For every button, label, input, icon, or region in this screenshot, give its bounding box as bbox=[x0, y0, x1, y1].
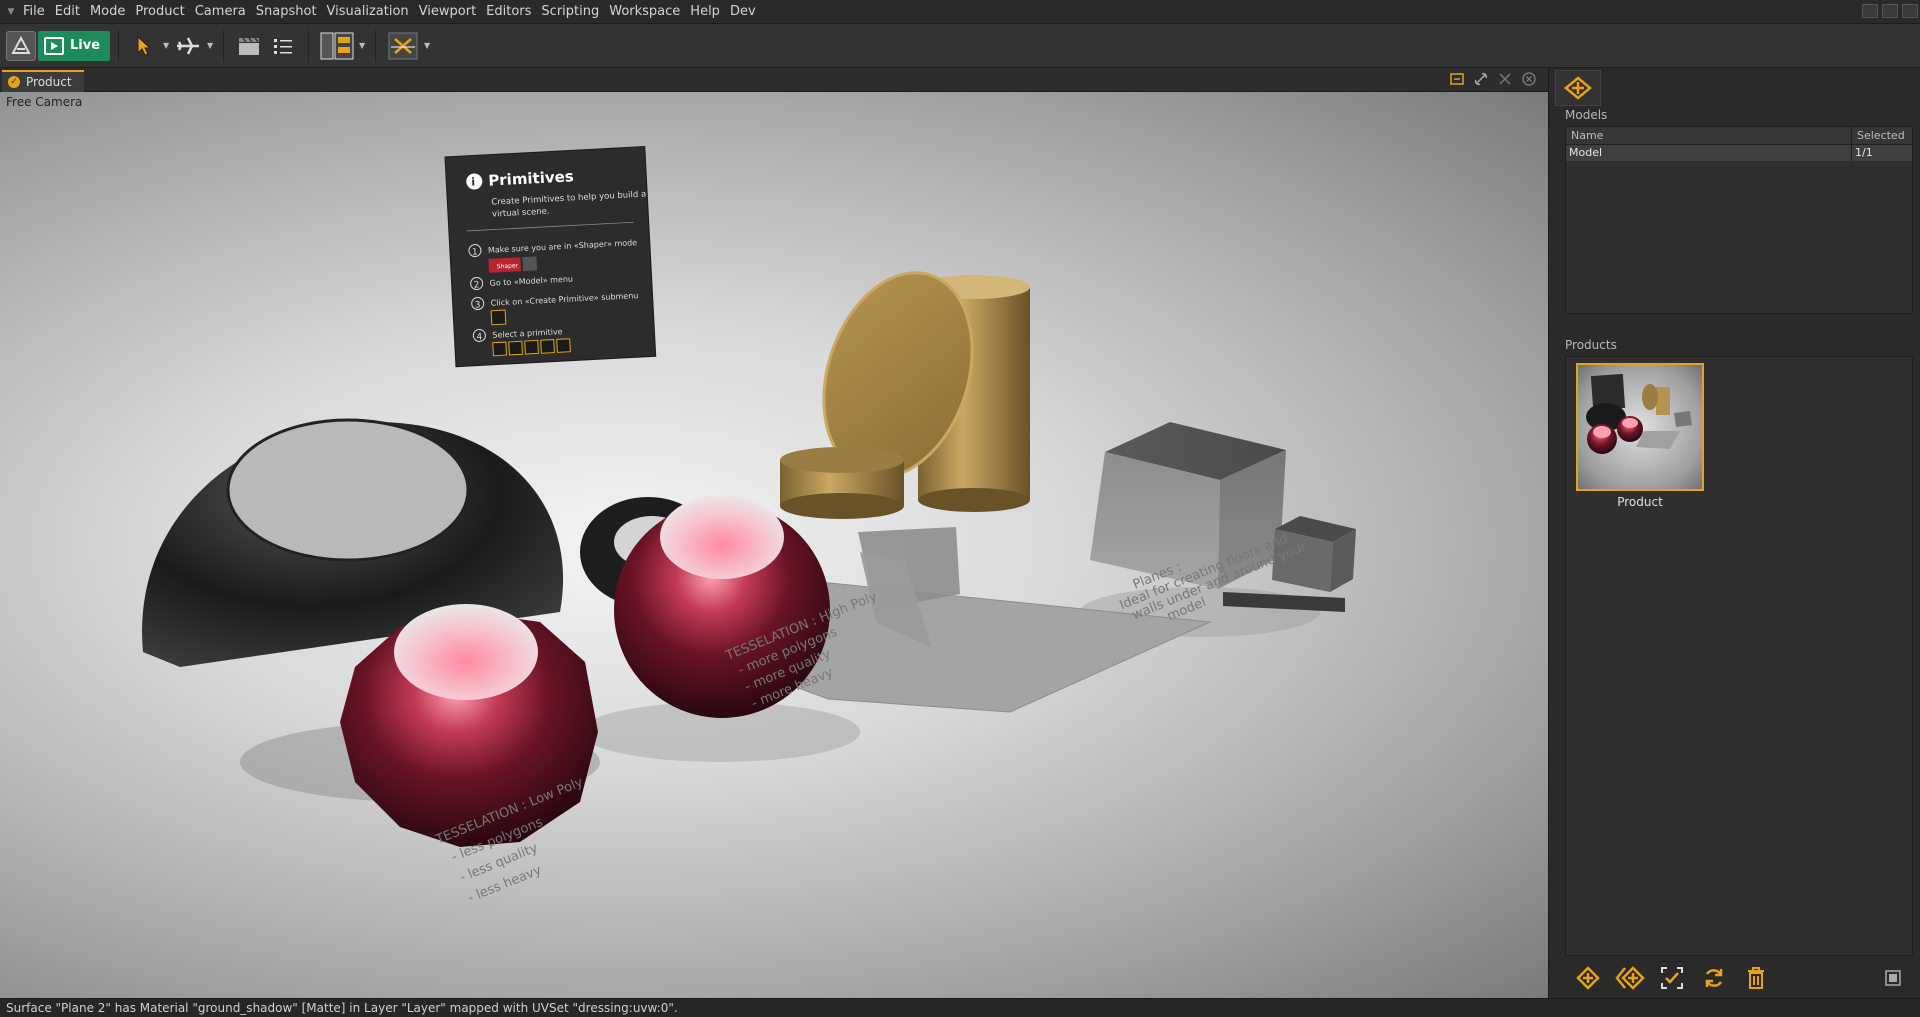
toolbar-separator bbox=[375, 29, 377, 62]
minimize-button[interactable] bbox=[1862, 4, 1878, 18]
menu-camera[interactable]: Camera bbox=[190, 0, 251, 24]
models-title: Models bbox=[1565, 108, 1608, 122]
step-3-number: 3 bbox=[475, 300, 481, 310]
menu-dev[interactable]: Dev bbox=[725, 0, 761, 24]
delete-product-button[interactable] bbox=[1741, 963, 1771, 993]
menu-bar: ▼ File Edit Mode Product Camera Snapshot… bbox=[0, 0, 1920, 24]
model-name-cell: Model bbox=[1566, 145, 1852, 161]
live-button[interactable]: Live bbox=[38, 30, 111, 61]
add-product-button[interactable] bbox=[1573, 963, 1603, 993]
add-from-selection-icon bbox=[1615, 966, 1645, 990]
check-frame-icon bbox=[1661, 967, 1683, 989]
tools-button[interactable] bbox=[384, 28, 422, 64]
select-tool-button[interactable] bbox=[127, 28, 161, 64]
layout-button[interactable] bbox=[317, 28, 357, 64]
clapperboard-icon bbox=[239, 37, 260, 55]
layout-panels-icon bbox=[320, 32, 354, 59]
status-bar: Surface "Plane 2" has Material "ground_s… bbox=[0, 998, 1920, 1017]
info-icon: i bbox=[471, 175, 475, 188]
products-title: Products bbox=[1565, 338, 1617, 352]
layout-dropdown-icon[interactable]: ▼ bbox=[357, 41, 367, 50]
live-label: Live bbox=[70, 38, 101, 53]
scene-render: i Primitives Create Primitives to help y… bbox=[142, 146, 1356, 906]
app-logo-icon[interactable] bbox=[6, 30, 36, 61]
update-product-button[interactable] bbox=[1699, 963, 1729, 993]
models-table: Name Selected Model 1/1 bbox=[1565, 126, 1913, 314]
list-icon bbox=[274, 38, 293, 54]
link-icon[interactable] bbox=[1472, 70, 1490, 88]
menu-editors[interactable]: Editors bbox=[481, 0, 536, 24]
product-diamond-icon bbox=[1564, 76, 1592, 100]
3d-viewport[interactable]: i Primitives Create Primitives to help y… bbox=[0, 92, 1548, 998]
main-toolbar: Live ▼ ▼ ▼ ▼ bbox=[0, 24, 1920, 68]
step-2-number: 2 bbox=[474, 280, 480, 290]
product-label: Product bbox=[1617, 495, 1663, 509]
snapshot-icon[interactable] bbox=[1448, 70, 1466, 88]
toolbar-separator bbox=[223, 29, 225, 62]
menu-snapshot[interactable]: Snapshot bbox=[251, 0, 322, 24]
panel-toggle-icon bbox=[1885, 970, 1901, 986]
step-4-number: 4 bbox=[476, 332, 483, 342]
tab-product-label: Product bbox=[26, 75, 72, 89]
products-section: Products Product bbox=[1549, 336, 1920, 996]
menu-product[interactable]: Product bbox=[130, 0, 189, 24]
add-product-from-selection-button[interactable] bbox=[1615, 963, 1645, 993]
refresh-icon bbox=[1705, 969, 1723, 987]
col-selected-header[interactable]: Selected bbox=[1852, 127, 1912, 144]
menu-mode[interactable]: Mode bbox=[85, 0, 130, 24]
window-controls bbox=[1860, 0, 1920, 24]
menu-viewport[interactable]: Viewport bbox=[414, 0, 482, 24]
add-diamond-icon bbox=[1576, 966, 1600, 990]
apply-product-button[interactable] bbox=[1657, 963, 1687, 993]
tab-product[interactable]: ✓ Product bbox=[2, 70, 84, 92]
products-grid: Product bbox=[1565, 356, 1913, 956]
product-card[interactable]: Product bbox=[1576, 363, 1704, 513]
live-group: Live bbox=[6, 30, 111, 61]
tools-icon[interactable] bbox=[1496, 70, 1514, 88]
products-panel-tab[interactable] bbox=[1555, 70, 1601, 106]
fly-camera-button[interactable] bbox=[171, 28, 205, 64]
menu-file[interactable]: File bbox=[18, 0, 50, 24]
primitives-info-card: i Primitives Create Primitives to help y… bbox=[444, 146, 657, 368]
panel-options-button[interactable] bbox=[1879, 964, 1907, 992]
col-name-header[interactable]: Name bbox=[1566, 127, 1852, 144]
product-tab-icon: ✓ bbox=[8, 76, 20, 88]
menu-workspace[interactable]: Workspace bbox=[604, 0, 685, 24]
low-poly-sphere bbox=[340, 604, 598, 847]
models-table-header: Name Selected bbox=[1566, 127, 1912, 145]
select-tool-dropdown-icon[interactable]: ▼ bbox=[161, 41, 171, 50]
cursor-arrow-icon bbox=[137, 35, 152, 56]
viewport-tools bbox=[1448, 70, 1538, 88]
crossed-tools-icon bbox=[388, 32, 418, 59]
restore-button[interactable] bbox=[1882, 4, 1898, 18]
app-window: ▼ File Edit Mode Product Camera Snapshot… bbox=[0, 0, 1920, 1017]
shaper-badge: Shaper bbox=[497, 262, 519, 270]
toolbar-separator bbox=[308, 29, 310, 62]
play-icon bbox=[44, 36, 64, 55]
system-menu-icon[interactable]: ▼ bbox=[4, 0, 18, 24]
menu-edit[interactable]: Edit bbox=[50, 0, 85, 24]
tools-dropdown-icon[interactable]: ▼ bbox=[422, 41, 432, 50]
model-selected-cell: 1/1 bbox=[1855, 146, 1873, 159]
menu-visualization[interactable]: Visualization bbox=[322, 0, 414, 24]
gold-short-cylinder bbox=[780, 447, 904, 519]
products-actions-bar bbox=[1565, 958, 1913, 998]
right-panel: Models Name Selected Model 1/1 Products bbox=[1548, 68, 1920, 998]
close-window-button[interactable] bbox=[1902, 4, 1918, 18]
table-row[interactable]: Model 1/1 bbox=[1566, 145, 1912, 161]
toolbar-separator bbox=[118, 29, 120, 62]
fly-camera-dropdown-icon[interactable]: ▼ bbox=[205, 41, 215, 50]
menu-scripting[interactable]: Scripting bbox=[536, 0, 604, 24]
list-button[interactable] bbox=[266, 28, 300, 64]
models-section: Models Name Selected Model 1/1 bbox=[1549, 106, 1920, 334]
close-viewport-icon[interactable] bbox=[1520, 70, 1538, 88]
airplane-icon bbox=[177, 36, 200, 55]
menu-help[interactable]: Help bbox=[685, 0, 725, 24]
step-1-number: 1 bbox=[472, 247, 478, 257]
camera-label: Free Camera bbox=[6, 95, 83, 109]
trash-icon bbox=[1748, 967, 1764, 989]
product-thumbnail bbox=[1576, 363, 1704, 491]
clapperboard-button[interactable] bbox=[232, 28, 266, 64]
viewport-tab-bar: ✓ Product bbox=[0, 68, 1548, 92]
